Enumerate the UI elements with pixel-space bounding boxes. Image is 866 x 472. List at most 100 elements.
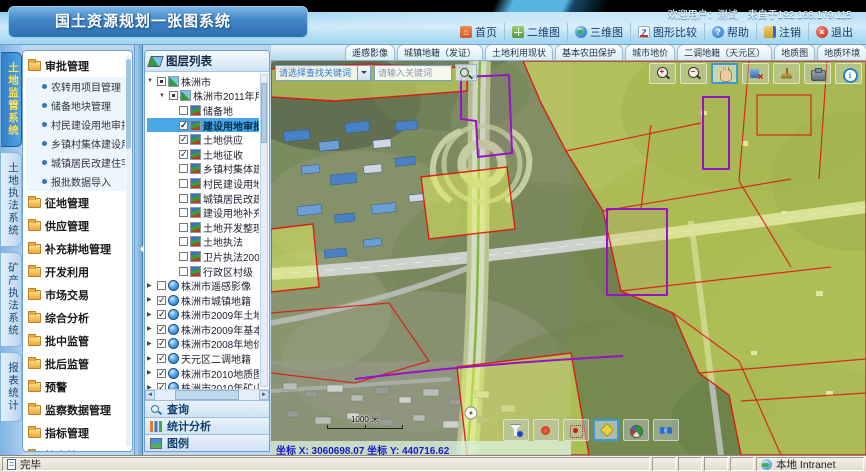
system-tab[interactable]: 土地执法系统 <box>1 152 22 247</box>
toolbar-button[interactable]: 图形比较 <box>630 23 704 41</box>
accordion-bar[interactable]: 图例 <box>145 434 269 451</box>
layer-checkbox[interactable] <box>157 281 166 290</box>
tree-vscroll-thumb[interactable] <box>261 83 267 143</box>
keyword-input[interactable] <box>374 65 452 81</box>
menu-item[interactable]: 供应管理 <box>26 214 125 237</box>
map-tab[interactable]: 地质环境 <box>817 45 866 60</box>
map-tool-button[interactable] <box>773 63 800 84</box>
map-tool-button[interactable] <box>649 63 676 84</box>
system-tab[interactable]: 土地监管系统 <box>1 52 22 147</box>
menu-item[interactable]: 乡镇村集体建设用地 <box>26 134 125 153</box>
map-canvas[interactable]: 请选择查找关键词 <box>271 61 866 455</box>
system-tab[interactable]: 报表统计 <box>1 352 22 422</box>
scroll-left-icon[interactable]: ◄ <box>145 390 155 400</box>
expander-icon[interactable] <box>147 340 155 348</box>
map-bottom-tool-button[interactable] <box>503 419 529 441</box>
layer-checkbox[interactable] <box>179 267 188 276</box>
menu-item[interactable]: 市场交易 <box>26 283 125 306</box>
layer-checkbox[interactable] <box>157 296 166 305</box>
map-tool-button[interactable] <box>835 63 862 84</box>
map-tool-button[interactable] <box>804 63 831 84</box>
layer-tree-item[interactable]: 土地供应 <box>147 132 259 147</box>
layer-checkbox[interactable] <box>179 150 188 159</box>
tree-horizontal-scrollbar[interactable]: ◄ ► <box>145 389 269 400</box>
map-bottom-tool-button[interactable] <box>533 419 559 441</box>
expander-icon[interactable] <box>147 77 155 85</box>
layer-tree-item[interactable]: 株洲市城镇地籍 <box>147 293 259 308</box>
layer-tree-item[interactable]: 株洲市2009年基本农田 <box>147 322 259 337</box>
layer-checkbox[interactable] <box>157 383 166 389</box>
layer-tree-item[interactable]: 株洲市2009年土地利用 <box>147 308 259 323</box>
toolbar-button[interactable]: 退出 <box>808 23 860 41</box>
layer-tree-item[interactable]: 株洲市2011年用地 <box>147 89 259 104</box>
toolbar-button[interactable]: 二维图 <box>504 23 567 41</box>
menu-item[interactable]: 征地管理 <box>26 191 125 214</box>
layer-checkbox[interactable] <box>179 237 188 246</box>
expander-icon[interactable] <box>147 369 155 377</box>
layer-tree-item[interactable]: 乡镇村集体建 <box>147 162 259 177</box>
scroll-right-icon[interactable]: ► <box>259 390 269 400</box>
layer-checkbox[interactable] <box>157 325 166 334</box>
expander-icon[interactable] <box>147 282 155 290</box>
system-tab[interactable]: 矿产执法系统 <box>1 252 22 347</box>
toolbar-button[interactable]: 首页 <box>453 23 504 41</box>
chevron-down-icon[interactable] <box>357 66 370 80</box>
menu-scrollbar[interactable] <box>126 55 131 447</box>
map-tool-button[interactable] <box>680 63 707 84</box>
tree-hscroll-thumb[interactable] <box>175 390 239 400</box>
layer-checkbox[interactable] <box>179 164 188 173</box>
expander-icon[interactable] <box>159 92 167 100</box>
layer-checkbox[interactable] <box>179 208 188 217</box>
menu-item[interactable]: 审批管理 <box>26 54 125 77</box>
map-tab[interactable]: 城市地价 <box>625 45 675 60</box>
menu-item[interactable]: 储备地块管理 <box>26 96 125 115</box>
menu-item[interactable]: 预警 <box>26 375 125 398</box>
expander-icon[interactable] <box>147 311 155 319</box>
menu-item[interactable]: 监察数据管理 <box>26 398 125 421</box>
menu-item[interactable]: 补充耕地管理 <box>26 237 125 260</box>
layer-tree-item[interactable]: 株洲市 <box>147 74 259 89</box>
map-bottom-tool-button[interactable] <box>593 419 619 441</box>
expander-icon[interactable] <box>147 325 155 333</box>
layer-tree-item[interactable]: 建设用地审批 <box>147 118 259 133</box>
toolbar-button[interactable]: 注销 <box>756 23 808 41</box>
layer-tree-item[interactable]: 株洲市2008年地价 <box>147 337 259 352</box>
layer-tree-item[interactable]: 建设用地补充 <box>147 205 259 220</box>
layer-tree-item[interactable]: 行政区村级 <box>147 264 259 279</box>
map-bottom-tool-button[interactable] <box>623 419 649 441</box>
layer-tree-item[interactable]: 土地开发整理 <box>147 220 259 235</box>
menu-item[interactable]: 报批数据导入 <box>26 172 125 191</box>
layer-checkbox[interactable] <box>169 91 178 100</box>
map-bottom-tool-button[interactable] <box>563 419 589 441</box>
map-tab[interactable]: 土地利用现状 <box>485 45 553 60</box>
layer-tree-item[interactable]: 株洲市遥感影像 <box>147 278 259 293</box>
layer-tree-item[interactable]: 天元区二调地籍 <box>147 351 259 366</box>
accordion-bar[interactable]: 统计分析 <box>145 417 269 434</box>
menu-item[interactable]: 指标管理 <box>26 421 125 444</box>
layer-checkbox[interactable] <box>157 369 166 378</box>
layer-tree-item[interactable]: 株洲市2010年矿山地质 <box>147 380 259 389</box>
toolbar-button[interactable]: 帮助 <box>704 23 756 41</box>
layer-checkbox[interactable] <box>179 223 188 232</box>
expander-icon[interactable] <box>147 296 155 304</box>
layer-checkbox[interactable] <box>179 194 188 203</box>
map-tool-button[interactable] <box>711 63 738 84</box>
layer-tree-item[interactable]: 村民建设用地 <box>147 176 259 191</box>
menu-item[interactable]: 村民建设用地审批 <box>26 115 125 134</box>
collapse-arrow-icon[interactable] <box>136 245 144 253</box>
layer-tree-item[interactable]: 卫片执法200 <box>147 249 259 264</box>
layer-checkbox[interactable] <box>179 106 188 115</box>
menu-item[interactable]: 批后监管 <box>26 352 125 375</box>
map-tool-button[interactable] <box>742 63 769 84</box>
expander-icon[interactable] <box>147 384 155 389</box>
layer-checkbox[interactable] <box>157 339 166 348</box>
layer-checkbox[interactable] <box>179 135 188 144</box>
layer-checkbox[interactable] <box>157 77 166 86</box>
keyword-type-select[interactable]: 请选择查找关键词 <box>275 65 371 81</box>
menu-item[interactable]: 城镇居民改建住宅用地 <box>26 153 125 172</box>
expander-icon[interactable] <box>147 355 155 363</box>
map-bottom-tool-button[interactable] <box>653 419 679 441</box>
search-button[interactable] <box>455 64 477 81</box>
menu-item[interactable]: 档案管理 <box>26 444 125 452</box>
menu-item[interactable]: 批中监管 <box>26 329 125 352</box>
